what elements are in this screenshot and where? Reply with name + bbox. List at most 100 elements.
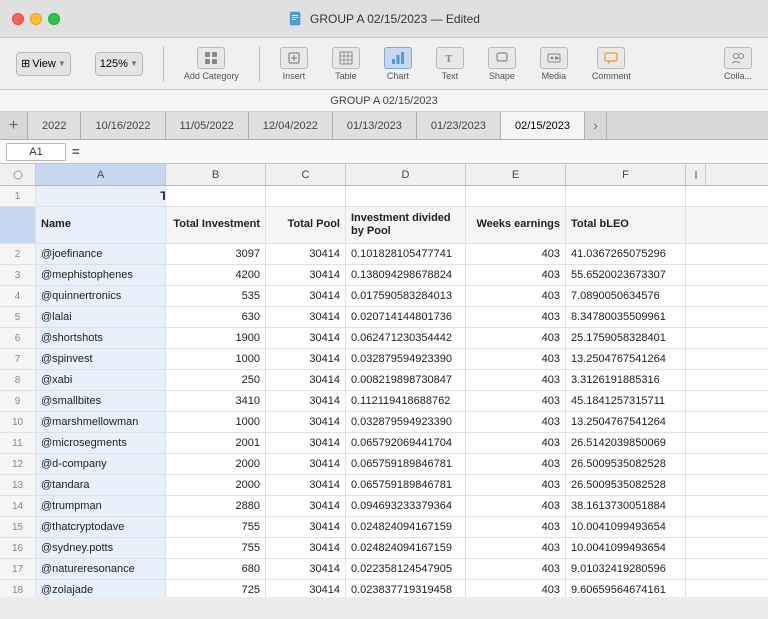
media-button[interactable]: Media [532, 43, 576, 85]
cell-investment-10[interactable]: 2000 [166, 454, 266, 474]
add-sheet-button[interactable]: + [0, 112, 28, 139]
cell-weeks-10[interactable]: 403 [466, 454, 566, 474]
cell-divided-9[interactable]: 0.065792069441704 [346, 433, 466, 453]
cell-name-16[interactable]: @zolajade [36, 580, 166, 597]
cell-investment-4[interactable]: 1900 [166, 328, 266, 348]
tab-2022[interactable]: 2022 [28, 112, 81, 139]
header-total-bleo[interactable]: Total bLEO [566, 207, 686, 243]
cell-pool-0[interactable]: 30414 [266, 244, 346, 264]
comment-icon-btn[interactable] [597, 47, 625, 69]
cell-pool-8[interactable]: 30414 [266, 412, 346, 432]
cell-investment-7[interactable]: 3410 [166, 391, 266, 411]
cell-name-7[interactable]: @smallbites [36, 391, 166, 411]
cell-weeks-4[interactable]: 403 [466, 328, 566, 348]
cell-bleo-3[interactable]: 8.34780035509961 [566, 307, 686, 327]
tab-10162022[interactable]: 10/16/2022 [81, 112, 165, 139]
cell-name-14[interactable]: @sydney.potts [36, 538, 166, 558]
insert-icon-btn[interactable] [280, 47, 308, 69]
add-category-icon-btn[interactable] [197, 47, 225, 69]
cell-name-15[interactable]: @natureresonance [36, 559, 166, 579]
maximize-button[interactable] [48, 13, 60, 25]
cell-bleo-10[interactable]: 26.5009535082528 [566, 454, 686, 474]
row1-colc[interactable] [266, 186, 346, 206]
cell-pool-4[interactable]: 30414 [266, 328, 346, 348]
cell-name-8[interactable]: @marshmellowman [36, 412, 166, 432]
cell-pool-1[interactable]: 30414 [266, 265, 346, 285]
cell-weeks-12[interactable]: 403 [466, 496, 566, 516]
cell-divided-16[interactable]: 0.023837719319458 [346, 580, 466, 597]
cell-name-4[interactable]: @shortshots [36, 328, 166, 348]
cell-name-1[interactable]: @mephistophenes [36, 265, 166, 285]
cell-investment-9[interactable]: 2001 [166, 433, 266, 453]
cell-name-11[interactable]: @tandara [36, 475, 166, 495]
shape-button[interactable]: Shape [480, 43, 524, 85]
cell-pool-7[interactable]: 30414 [266, 391, 346, 411]
col-a-resize[interactable] [161, 164, 165, 185]
tab-01232023[interactable]: 01/23/2023 [417, 112, 501, 139]
cell-investment-0[interactable]: 3097 [166, 244, 266, 264]
table-title-cell[interactable]: Table 1 [36, 186, 166, 206]
row1-colf[interactable] [566, 186, 686, 206]
cell-bleo-9[interactable]: 26.5142039850069 [566, 433, 686, 453]
cell-weeks-1[interactable]: 403 [466, 265, 566, 285]
cell-name-9[interactable]: @microsegments [36, 433, 166, 453]
tab-11052022[interactable]: 11/05/2022 [166, 112, 249, 139]
cell-bleo-7[interactable]: 45.1841257315711 [566, 391, 686, 411]
cell-investment-6[interactable]: 250 [166, 370, 266, 390]
cell-investment-12[interactable]: 2880 [166, 496, 266, 516]
tab-12042022[interactable]: 12/04/2022 [249, 112, 333, 139]
cell-divided-2[interactable]: 0.017590583284013 [346, 286, 466, 306]
cell-divided-7[interactable]: 0.112119418688762 [346, 391, 466, 411]
header-weeks-earnings[interactable]: Weeks earnings [466, 207, 566, 243]
zoom-combo[interactable]: 125% ▼ [95, 52, 143, 76]
cell-divided-15[interactable]: 0.022358124547905 [346, 559, 466, 579]
cell-bleo-12[interactable]: 38.1613730051884 [566, 496, 686, 516]
cell-name-3[interactable]: @lalai [36, 307, 166, 327]
cell-pool-3[interactable]: 30414 [266, 307, 346, 327]
cell-pool-15[interactable]: 30414 [266, 559, 346, 579]
cell-divided-0[interactable]: 0.101828105477741 [346, 244, 466, 264]
col-header-f[interactable]: F [566, 164, 686, 185]
tab-02152023[interactable]: 02/15/2023 [501, 112, 585, 139]
row1-cold[interactable] [346, 186, 466, 206]
cell-name-5[interactable]: @spinvest [36, 349, 166, 369]
cell-investment-15[interactable]: 680 [166, 559, 266, 579]
cell-divided-1[interactable]: 0.138094298678824 [346, 265, 466, 285]
cell-investment-1[interactable]: 4200 [166, 265, 266, 285]
cell-name-6[interactable]: @xabi [36, 370, 166, 390]
cell-investment-8[interactable]: 1000 [166, 412, 266, 432]
cell-investment-11[interactable]: 2000 [166, 475, 266, 495]
cell-divided-13[interactable]: 0.024824094167159 [346, 517, 466, 537]
cell-pool-5[interactable]: 30414 [266, 349, 346, 369]
col-header-extra[interactable] [686, 164, 706, 185]
formula-input[interactable] [86, 143, 762, 161]
cell-divided-8[interactable]: 0.032879594923390 [346, 412, 466, 432]
cell-weeks-6[interactable]: 403 [466, 370, 566, 390]
add-category-button[interactable]: Add Category [176, 43, 247, 85]
cell-weeks-0[interactable]: 403 [466, 244, 566, 264]
table-button[interactable]: Table [324, 43, 368, 85]
view-combo[interactable]: ⊞ View ▼ [16, 52, 71, 76]
cell-pool-14[interactable]: 30414 [266, 538, 346, 558]
cell-investment-2[interactable]: 535 [166, 286, 266, 306]
spreadsheet[interactable]: 1 Table 1 Name Total Investment [0, 186, 768, 597]
cell-weeks-8[interactable]: 403 [466, 412, 566, 432]
cell-bleo-4[interactable]: 25.1759058328401 [566, 328, 686, 348]
cell-pool-16[interactable]: 30414 [266, 580, 346, 597]
cell-name-2[interactable]: @quinnertronics [36, 286, 166, 306]
col-header-d[interactable]: D [346, 164, 466, 185]
cell-weeks-7[interactable]: 403 [466, 391, 566, 411]
cell-name-10[interactable]: @d-company [36, 454, 166, 474]
cell-weeks-13[interactable]: 403 [466, 517, 566, 537]
cell-name-13[interactable]: @thatcryptodave [36, 517, 166, 537]
cell-investment-5[interactable]: 1000 [166, 349, 266, 369]
cell-pool-13[interactable]: 30414 [266, 517, 346, 537]
cell-pool-6[interactable]: 30414 [266, 370, 346, 390]
col-f-resize[interactable] [681, 164, 685, 185]
shape-icon-btn[interactable] [488, 47, 516, 69]
cell-bleo-8[interactable]: 13.2504767541264 [566, 412, 686, 432]
cell-weeks-3[interactable]: 403 [466, 307, 566, 327]
cell-divided-3[interactable]: 0.020714144801736 [346, 307, 466, 327]
colla-icon-btn[interactable] [724, 47, 752, 69]
cell-weeks-9[interactable]: 403 [466, 433, 566, 453]
